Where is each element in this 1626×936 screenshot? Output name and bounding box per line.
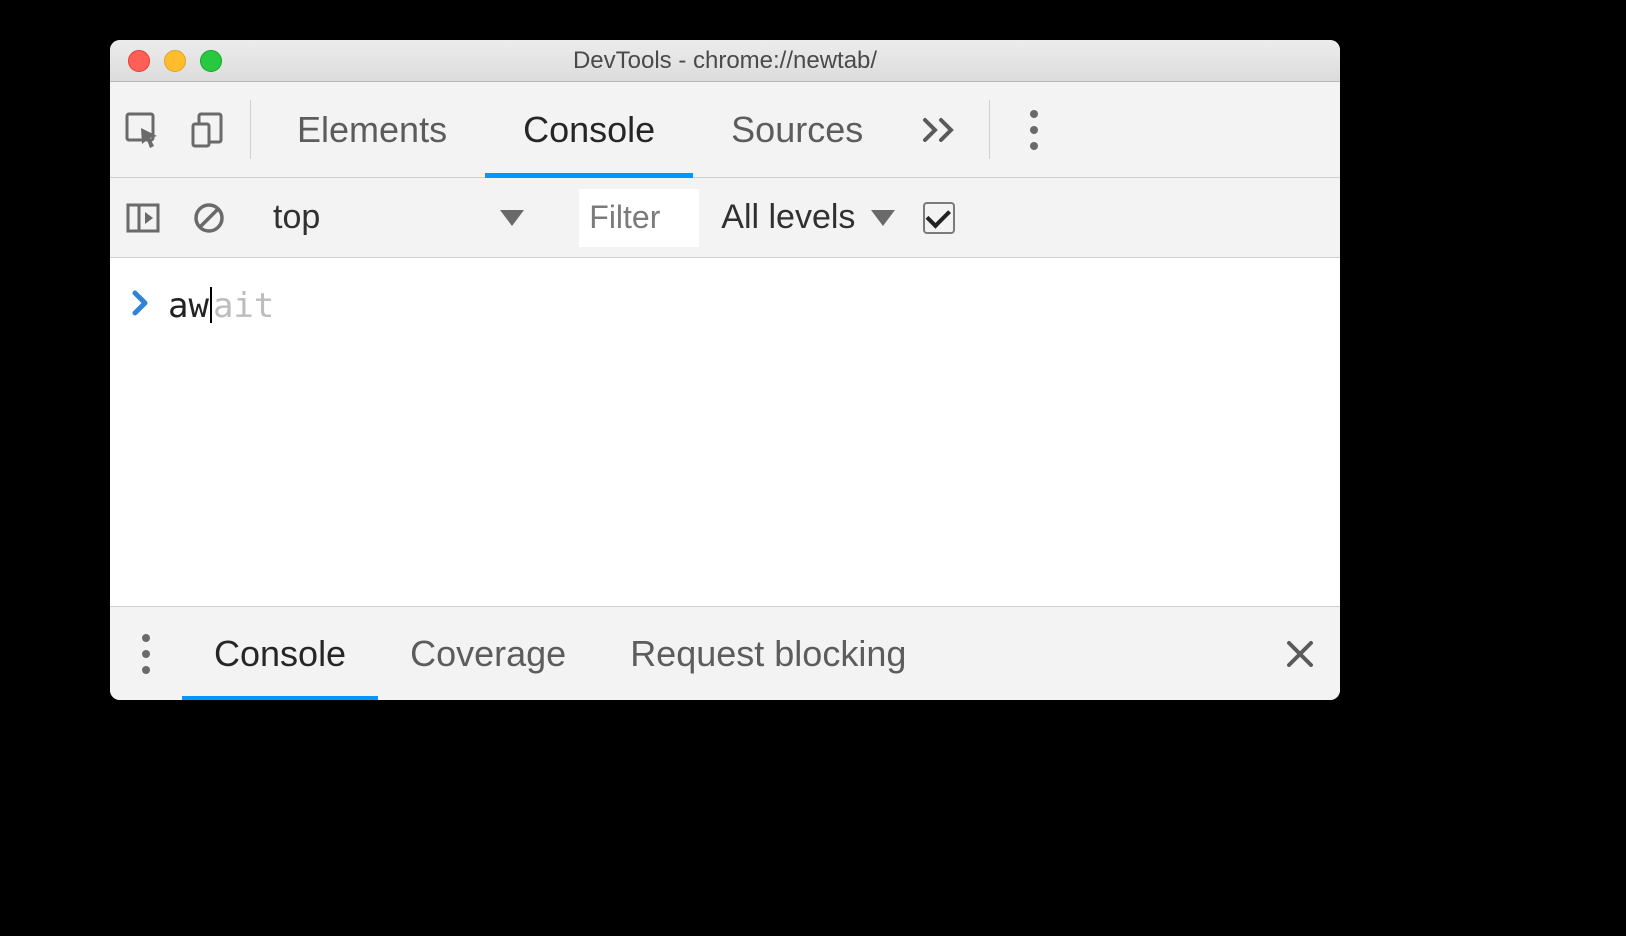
close-window-button[interactable]	[128, 50, 150, 72]
context-label: top	[273, 198, 320, 237]
drawer: Console Coverage Request blocking	[110, 606, 1340, 700]
filter-input[interactable]	[579, 189, 699, 247]
zoom-window-button[interactable]	[200, 50, 222, 72]
console-toolbar: top All levels	[110, 178, 1340, 258]
typed-text: aw	[168, 286, 209, 326]
tab-label: Console	[214, 633, 346, 675]
drawer-tab-coverage[interactable]: Coverage	[378, 607, 598, 700]
main-tabbar: Elements Console Sources	[110, 82, 1340, 178]
tab-label: Request blocking	[630, 633, 906, 675]
drawer-menu-icon[interactable]	[110, 607, 182, 700]
console-body[interactable]: await	[110, 258, 1340, 606]
chevron-down-icon	[500, 210, 524, 226]
close-drawer-icon[interactable]	[1260, 607, 1340, 700]
toggle-sidebar-icon[interactable]	[110, 200, 176, 236]
console-input[interactable]: await	[168, 286, 274, 326]
prompt-chevron-icon	[132, 289, 150, 324]
drawer-tab-request-blocking[interactable]: Request blocking	[598, 607, 938, 700]
main-menu-icon[interactable]	[998, 82, 1070, 177]
tab-elements[interactable]: Elements	[259, 82, 485, 177]
tab-label: Coverage	[410, 633, 566, 675]
more-tabs-icon[interactable]	[901, 82, 981, 177]
tab-label: Console	[523, 109, 655, 151]
device-toolbar-icon[interactable]	[176, 82, 242, 177]
tab-sources[interactable]: Sources	[693, 82, 901, 177]
levels-label: All levels	[721, 198, 855, 237]
chevron-down-icon	[871, 210, 895, 226]
autocomplete-ghost: ait	[213, 286, 274, 326]
spacer	[938, 607, 1260, 700]
separator	[989, 100, 990, 159]
tab-label: Sources	[731, 109, 863, 151]
minimize-window-button[interactable]	[164, 50, 186, 72]
window-controls	[110, 50, 222, 72]
separator	[250, 100, 251, 159]
tab-console[interactable]: Console	[485, 82, 693, 177]
clear-console-icon[interactable]	[176, 200, 242, 236]
group-similar-checkbox[interactable]	[923, 202, 955, 234]
text-caret	[210, 287, 212, 323]
context-selector[interactable]: top	[259, 178, 536, 257]
log-levels-selector[interactable]: All levels	[721, 198, 895, 237]
devtools-window: DevTools - chrome://newtab/ Elements Con…	[110, 40, 1340, 700]
console-prompt-row: await	[132, 286, 1318, 326]
inspect-element-icon[interactable]	[110, 82, 176, 177]
window-title: DevTools - chrome://newtab/	[110, 47, 1340, 75]
titlebar: DevTools - chrome://newtab/	[110, 40, 1340, 82]
drawer-tab-console[interactable]: Console	[182, 607, 378, 700]
tab-label: Elements	[297, 109, 447, 151]
